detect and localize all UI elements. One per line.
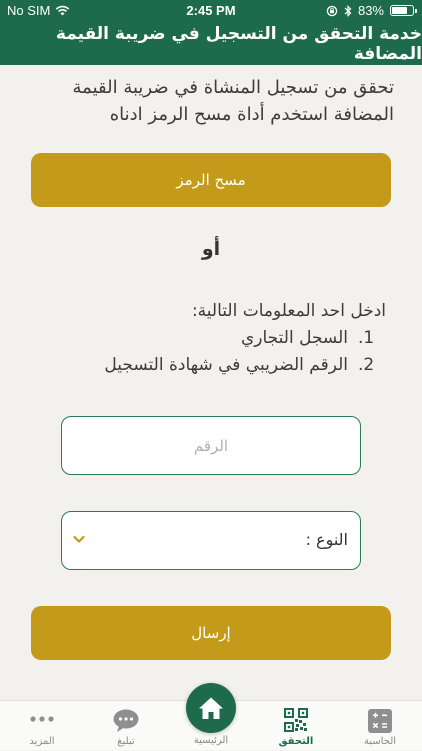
list-item: 1. السجل التجاري [36,325,386,352]
tab-notify-label: تبليغ [117,736,135,747]
list-item-number: 2. [358,355,375,375]
list-item: 2. الرقم الضريبي في شهادة التسجيل [36,352,386,379]
type-select-label: النوع : [305,530,348,549]
tab-more-label: المزيد [29,736,55,747]
calculator-icon [368,709,392,733]
more-dots-icon [30,716,54,722]
app-header: خدمة التحقق من التسجيل في ضريبة القيمة ا… [0,22,422,65]
qr-code-icon [284,708,308,732]
tab-verify[interactable]: التحقق [254,701,338,751]
chevron-down-icon [73,535,85,543]
tab-verify-label: التحقق [278,736,314,747]
bluetooth-icon [344,4,352,17]
list-item-number: 1. [358,328,375,348]
chat-bubble-icon [113,709,139,732]
or-divider-text: أو [201,238,221,260]
submit-button[interactable]: إرسال [31,606,391,660]
list-item-text: الرقم الضريبي في شهادة التسجيل [104,355,348,375]
instructions-heading: ادخل احد المعلومات التالية: [191,301,386,321]
scan-code-button[interactable]: مسح الرمز [31,153,391,207]
battery-icon [390,5,417,16]
tab-notify[interactable]: تبليغ [84,701,168,751]
number-input[interactable] [61,416,361,475]
tab-home-label: الرئيسية [193,735,229,746]
type-select[interactable]: النوع : [61,511,361,570]
list-item-text: السجل التجاري [240,328,348,348]
battery-fill [392,7,407,14]
home-icon [199,697,223,719]
intro-text: تحقق من تسجيل المنشاة في ضريبة القيمة ال… [72,77,394,125]
instructions: ادخل احد المعلومات التالية: 1. السجل الت… [36,298,386,379]
page-title: خدمة التحقق من التسجيل في ضريبة القيمة ا… [55,23,422,64]
scan-code-button-label: مسح الرمز [176,171,246,189]
orientation-lock-icon [326,5,338,16]
status-bar: No SIM 2:45 PM 83% [0,0,422,22]
tab-calculator-label: الحاسبة [363,736,397,747]
tab-more[interactable]: المزيد [0,701,84,751]
tab-home-button[interactable] [186,683,236,733]
tab-calculator[interactable]: الحاسبة [338,701,422,751]
submit-button-label: إرسال [191,624,231,642]
battery-percent: 83% [357,3,384,18]
